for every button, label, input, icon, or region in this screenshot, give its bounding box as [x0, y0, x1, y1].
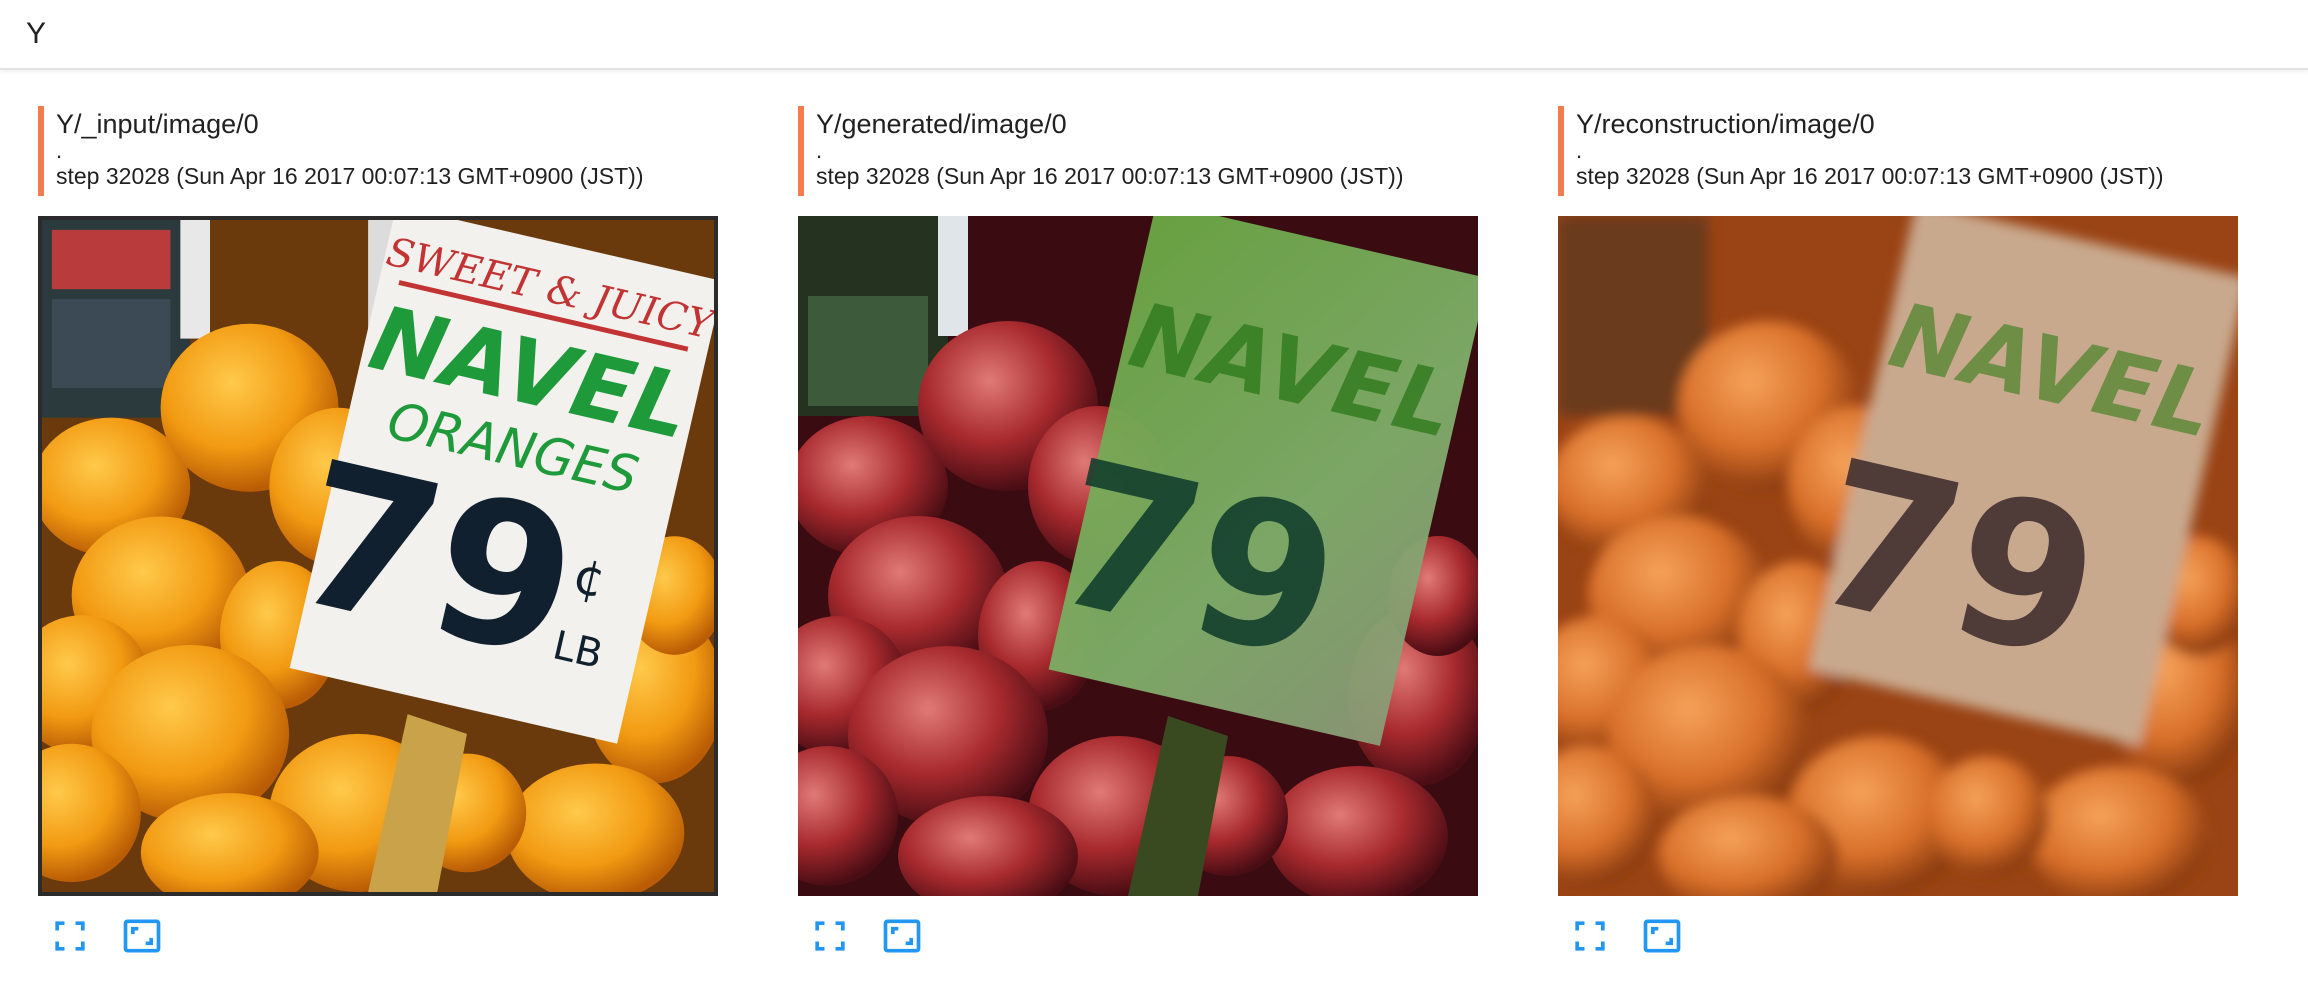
- group-header[interactable]: Y: [0, 0, 2308, 70]
- card-info: Y/generated/image/0 . step 32028 (Sun Ap…: [798, 106, 1488, 196]
- actual-size-button[interactable]: [1640, 914, 1684, 958]
- card-info: Y/_input/image/0 . step 32028 (Sun Apr 1…: [38, 106, 728, 196]
- fullscreen-button[interactable]: [48, 914, 92, 958]
- image-actions: [808, 912, 924, 960]
- image-generated[interactable]: NAVEL 79: [798, 216, 1478, 896]
- card-step: step 32028 (Sun Apr 16 2017 00:07:13 GMT…: [1576, 163, 2164, 189]
- card-title: Y/generated/image/0: [816, 109, 1067, 139]
- image-input[interactable]: SWEET & JUICY NAVEL ORANGES 79 ¢ LB: [38, 216, 718, 896]
- image-input-picture: SWEET & JUICY NAVEL ORANGES 79 ¢ LB: [42, 220, 714, 892]
- actual-size-icon: [883, 919, 921, 953]
- card-step: step 32028 (Sun Apr 16 2017 00:07:13 GMT…: [816, 163, 1404, 189]
- card-run: .: [56, 138, 63, 163]
- image-generated-picture: NAVEL 79: [798, 216, 1478, 896]
- fullscreen-icon: [815, 921, 845, 951]
- actual-size-icon: [1643, 919, 1681, 953]
- card-info: Y/reconstruction/image/0 . step 32028 (S…: [1558, 106, 2248, 196]
- actual-size-icon: [123, 919, 161, 953]
- image-reconstruction-picture: NAVEL 79: [1558, 216, 2238, 896]
- image-card-generated: Y/generated/image/0 . step 32028 (Sun Ap…: [798, 106, 1488, 966]
- image-actions: [48, 912, 164, 960]
- fullscreen-icon: [1575, 921, 1605, 951]
- card-run: .: [816, 138, 823, 163]
- image-actions: [1568, 912, 1684, 960]
- card-run: .: [1576, 138, 1583, 163]
- fullscreen-icon: [55, 921, 85, 951]
- group-title: Y: [26, 17, 47, 50]
- card-step: step 32028 (Sun Apr 16 2017 00:07:13 GMT…: [56, 163, 644, 189]
- fullscreen-button[interactable]: [808, 914, 852, 958]
- image-reconstruction[interactable]: NAVEL 79: [1558, 216, 2238, 896]
- card-title: Y/reconstruction/image/0: [1576, 109, 1875, 139]
- actual-size-button[interactable]: [880, 914, 924, 958]
- image-card-input: Y/_input/image/0 . step 32028 (Sun Apr 1…: [38, 106, 728, 966]
- actual-size-button[interactable]: [120, 914, 164, 958]
- image-card-reconstruction: Y/reconstruction/image/0 . step 32028 (S…: [1558, 106, 2248, 966]
- card-title: Y/_input/image/0: [56, 109, 259, 139]
- fullscreen-button[interactable]: [1568, 914, 1612, 958]
